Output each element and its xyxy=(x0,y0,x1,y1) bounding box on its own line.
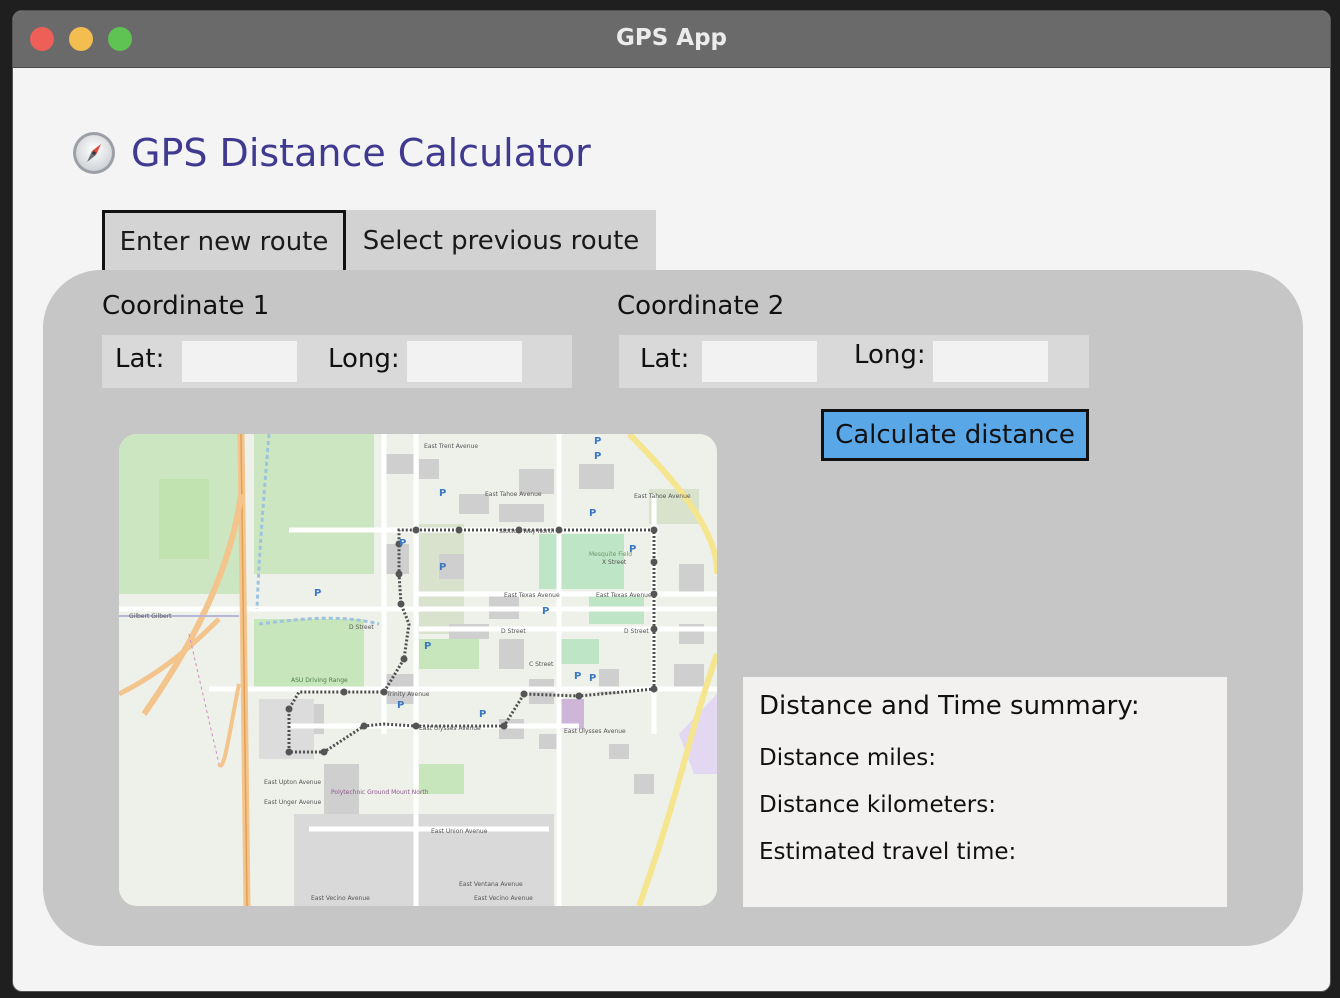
svg-text:East Ulysses Avenue: East Ulysses Avenue xyxy=(419,725,481,732)
coordinate2-lat-input[interactable] xyxy=(702,341,817,382)
app-header: GPS Distance Calculator xyxy=(71,128,591,178)
coordinate2-lat-label: Lat: xyxy=(640,344,690,374)
svg-text:East Union Avenue: East Union Avenue xyxy=(431,828,488,835)
svg-text:East Trent Avenue: East Trent Avenue xyxy=(424,443,478,450)
app-window: GPS App GPS Distance Calculator Enter ne… xyxy=(12,10,1331,992)
window-title: GPS App xyxy=(615,25,728,51)
distance-miles-label: Distance miles: xyxy=(759,745,936,771)
svg-text:Trinity Avenue: Trinity Avenue xyxy=(386,691,430,698)
svg-text:ASU Driving Range: ASU Driving Range xyxy=(291,677,348,684)
svg-text:East Ulysses Avenue: East Ulysses Avenue xyxy=(564,728,626,735)
distance-summary-panel: Distance and Time summary: Distance mile… xyxy=(743,677,1227,907)
calculate-distance-button[interactable]: Calculate distance xyxy=(821,409,1089,461)
svg-text:P: P xyxy=(594,436,601,447)
svg-text:East Tahoe Avenue: East Tahoe Avenue xyxy=(634,493,691,500)
coordinate2-label: Coordinate 2 xyxy=(617,291,785,321)
coordinate2-long-input[interactable] xyxy=(933,341,1048,382)
svg-text:X Street: X Street xyxy=(602,559,627,566)
travel-time-label: Estimated travel time: xyxy=(759,839,1017,865)
summary-heading: Distance and Time summary: xyxy=(759,691,1140,721)
svg-text:East Ventana Avenue: East Ventana Avenue xyxy=(459,881,523,888)
coordinate1-long-input[interactable] xyxy=(407,341,522,382)
coordinate1-lat-input[interactable] xyxy=(182,341,297,382)
coordinate2-group: Lat: Long: xyxy=(619,335,1089,388)
svg-text:D Street: D Street xyxy=(624,628,649,635)
coordinate2-long-label: Long: xyxy=(854,340,926,370)
svg-text:P: P xyxy=(574,671,581,682)
title-bar: GPS App xyxy=(13,11,1330,68)
svg-text:East Vecino Avenue: East Vecino Avenue xyxy=(311,895,370,902)
coordinate1-lat-label: Lat: xyxy=(115,344,165,374)
distance-kilometers-label: Distance kilometers: xyxy=(759,792,996,818)
compass-icon xyxy=(73,132,115,174)
coordinate1-long-label: Long: xyxy=(328,344,400,374)
svg-text:P: P xyxy=(439,562,446,573)
svg-text:P: P xyxy=(399,538,406,549)
svg-text:P: P xyxy=(424,641,431,652)
tab-select-previous-route[interactable]: Select previous route xyxy=(346,210,656,271)
svg-text:P: P xyxy=(542,606,549,617)
svg-text:East Texas Avenue: East Texas Avenue xyxy=(596,592,652,599)
map-canvas: PPP PPP PPP PPP PP East Trent Avenue Eas… xyxy=(119,434,717,906)
svg-text:P: P xyxy=(439,488,446,499)
svg-text:P: P xyxy=(314,588,321,599)
svg-text:P: P xyxy=(397,700,404,711)
svg-text:D Street: D Street xyxy=(349,624,374,631)
svg-text:P: P xyxy=(589,508,596,519)
app-title: GPS Distance Calculator xyxy=(131,131,591,175)
svg-text:East Texas Avenue: East Texas Avenue xyxy=(504,592,560,599)
svg-text:East Tahoe Avenue: East Tahoe Avenue xyxy=(485,491,542,498)
svg-text:Mesquite Field: Mesquite Field xyxy=(589,551,632,558)
svg-text:Stotton Way North: Stotton Way North xyxy=(499,528,555,535)
svg-text:East Upton Avenue: East Upton Avenue xyxy=(264,779,321,786)
svg-text:East Vecino Avenue: East Vecino Avenue xyxy=(474,895,533,902)
route-map[interactable]: PPP PPP PPP PPP PP East Trent Avenue Eas… xyxy=(119,434,717,906)
tab-enter-new-route[interactable]: Enter new route xyxy=(102,210,346,271)
svg-text:C Street: C Street xyxy=(529,661,554,668)
svg-text:Gilbert Gilbert: Gilbert Gilbert xyxy=(129,613,172,620)
svg-text:P: P xyxy=(479,709,486,720)
svg-text:D Street: D Street xyxy=(501,628,526,635)
coordinate1-label: Coordinate 1 xyxy=(102,291,270,321)
svg-text:East Unger Avenue: East Unger Avenue xyxy=(264,799,322,806)
svg-text:Polytechnic Ground Mount North: Polytechnic Ground Mount North xyxy=(331,789,429,796)
svg-text:P: P xyxy=(589,673,596,684)
svg-text:P: P xyxy=(594,451,601,462)
coordinate1-group: Lat: Long: xyxy=(102,335,572,388)
